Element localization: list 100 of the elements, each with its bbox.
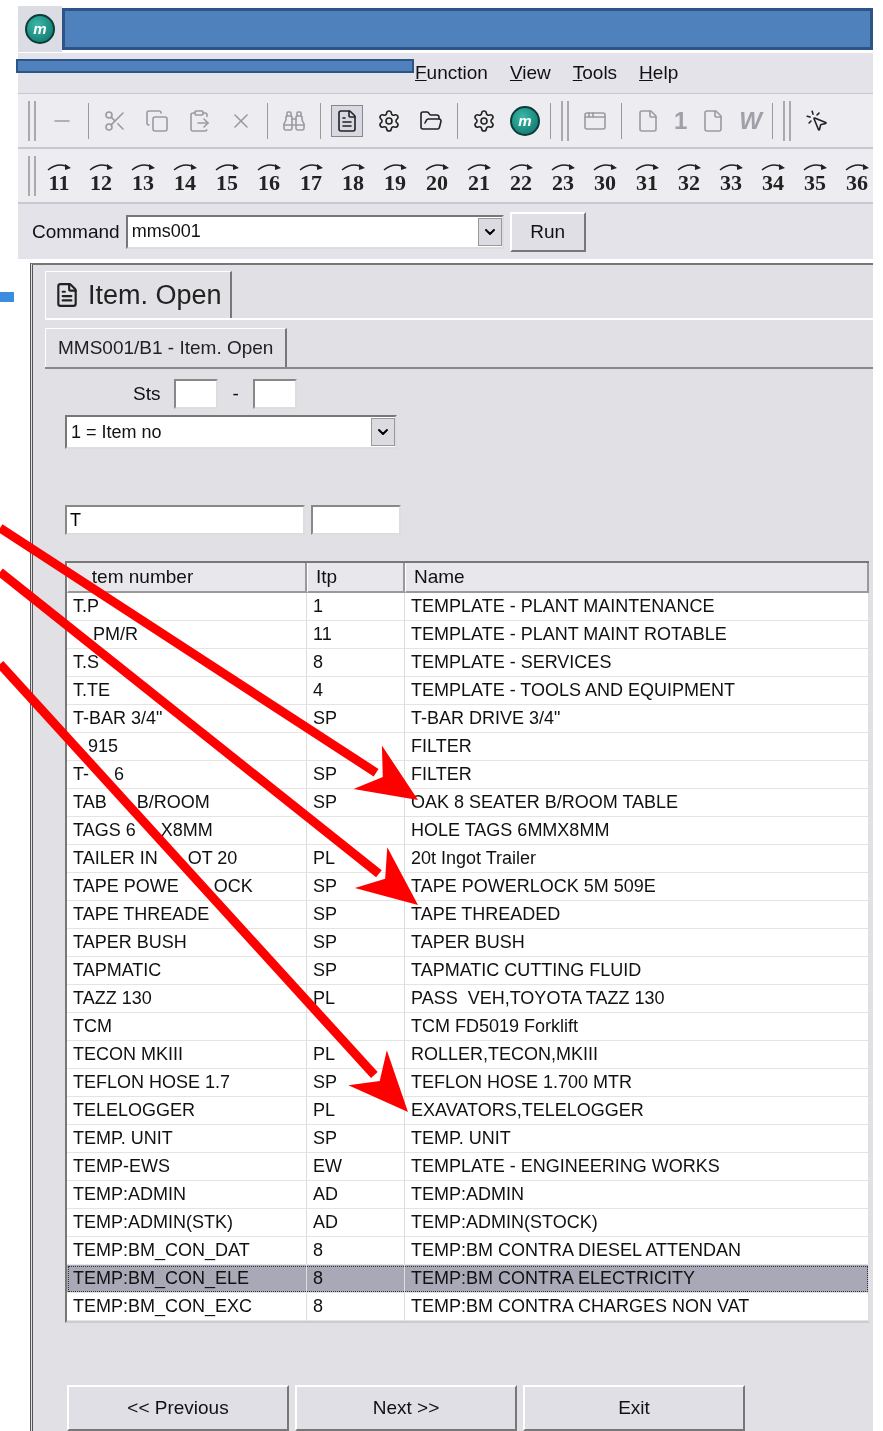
nav-button[interactable]: Next >>: [295, 1385, 517, 1431]
curved-arrow-icon: [340, 161, 366, 171]
table-row[interactable]: TAPMATIC SP TAPMATIC CUTTING FLUID: [67, 957, 869, 985]
curved-arrow-icon: [382, 161, 408, 171]
shortcut-button[interactable]: 34: [754, 153, 792, 198]
column-header[interactable]: tem number: [67, 563, 307, 593]
selected-row[interactable]: TEMP:BM_CON_ELE 8 TEMP:BM CONTRA ELECTRICITY: [67, 1265, 869, 1293]
shortcut-button[interactable]: 22: [502, 153, 540, 198]
table-row[interactable]: TEMP. UNIT SP TEMP. UNIT: [67, 1125, 869, 1153]
table-row[interactable]: T-BAR 3/4" SP T-BAR DRIVE 3/4": [67, 705, 869, 733]
table-row[interactable]: TAILER IN OT 20 PL 20t Ingot Trailer: [67, 845, 869, 873]
table-row[interactable]: TEMP:BM_CON_DAT 8 TEMP:BM CONTRA DIESEL ATTENDAN: [67, 1237, 869, 1265]
status-from-field[interactable]: [174, 379, 219, 409]
status-to-field[interactable]: [252, 379, 297, 409]
table-row[interactable]: T.TE 4 TEMPLATE - TOOLS AND EQUIPMENT: [67, 677, 869, 705]
table-cell: 8: [307, 1293, 405, 1321]
document-icon[interactable]: [331, 104, 363, 137]
table-row[interactable]: TEFLON HOSE 1.7 SP TEFLON HOSE 1.700 MTR: [67, 1069, 869, 1097]
table-row[interactable]: TEMP:BM_CON_EXC 8 TEMP:BM CONTRA CHARGES NON VAT: [67, 1293, 869, 1321]
app-logo: m: [25, 13, 55, 44]
shortcut-button[interactable]: 17: [292, 153, 330, 198]
curved-arrow-icon: [214, 161, 240, 171]
curved-arrow-icon: [46, 161, 72, 171]
shortcut-button[interactable]: 14: [166, 153, 204, 198]
dropdown-icon[interactable]: [477, 217, 502, 246]
curved-arrow-icon: [256, 161, 282, 171]
table-row[interactable]: TCM TCM FD5019 Forklift: [67, 1013, 869, 1041]
tab[interactable]: MMS001/B1 - Item. Open: [45, 328, 288, 367]
curved-arrow-icon: [592, 161, 618, 171]
table-cell: TEMP:BM_CON_EXC: [67, 1293, 307, 1321]
shortcut-button[interactable]: 12: [82, 153, 120, 198]
table-row[interactable]: TELELOGGER PL EXAVATORS,TELELOGGER: [67, 1097, 869, 1125]
table-row[interactable]: 915 FILTER: [67, 733, 869, 761]
menu-item[interactable]: Function: [415, 62, 488, 85]
nav-button[interactable]: Exit: [523, 1385, 745, 1431]
table-row[interactable]: PM/R 11 TEMPLATE - PLANT MAINT ROTABLE: [67, 621, 869, 649]
curved-arrow-icon: [424, 161, 450, 171]
curved-arrow-icon: [802, 161, 828, 171]
table-row[interactable]: TEMP:ADMIN AD TEMP:ADMIN: [67, 1181, 869, 1209]
curved-arrow-icon: [88, 161, 114, 171]
table-row[interactable]: TEMP-EWS EW TEMPLATE - ENGINEERING WORKS: [67, 1153, 869, 1181]
column-header[interactable]: Name: [405, 563, 869, 593]
shortcut-button[interactable]: 21: [460, 153, 498, 198]
filter-field[interactable]: [311, 505, 401, 535]
dropdown-icon[interactable]: [371, 418, 395, 446]
curved-arrow-icon: [760, 161, 786, 171]
toolbar-grip[interactable]: [561, 100, 569, 141]
shortcut-button[interactable]: 13: [124, 153, 162, 198]
curved-arrow-icon: [676, 161, 702, 171]
table-row[interactable]: TAPE THREADE SP TAPE THREADED: [67, 901, 869, 929]
filter-field[interactable]: T: [65, 505, 305, 535]
curved-arrow-icon: [130, 161, 156, 171]
shortcut-button[interactable]: 32: [670, 153, 708, 198]
shortcut-button[interactable]: 35: [796, 153, 834, 198]
table-cell: TEMP:BM CONTRA CHARGES NON VAT: [405, 1293, 869, 1321]
table-row[interactable]: TAB B/ROOM SP OAK 8 SEATER B/ROOM TABLE: [67, 789, 869, 817]
window-edge: [0, 292, 14, 302]
sort-select[interactable]: 1 = Item no: [65, 415, 397, 449]
table-row[interactable]: TECON MKIII PL ROLLER,TECON,MKIII: [67, 1041, 869, 1069]
run-button[interactable]: Run: [509, 211, 586, 252]
nav-button[interactable]: << Previous: [67, 1385, 289, 1431]
document-icon: [54, 282, 80, 308]
column-header[interactable]: Itp: [307, 563, 405, 593]
table-row[interactable]: TAGS 6 X8MM HOLE TAGS 6MMX8MM: [67, 817, 869, 845]
shortcut-button[interactable]: 33: [712, 153, 750, 198]
table-row[interactable]: TAZZ 130 PL PASS VEH,TOYOTA TAZZ 130: [67, 985, 869, 1013]
table-row[interactable]: T- 6 SP FILTER: [67, 761, 869, 789]
status-label: Sts: [133, 383, 161, 405]
command-label: Command: [32, 220, 120, 243]
curved-arrow-icon: [172, 161, 198, 171]
table-row[interactable]: TAPE POWE OCK SP TAPE POWERLOCK 5M 509E: [67, 873, 869, 901]
curved-arrow-icon: [550, 161, 576, 171]
shortcut-button[interactable]: 23: [544, 153, 582, 198]
curved-arrow-icon: [844, 161, 870, 171]
curved-arrow-icon: [298, 161, 324, 171]
shortcut-button[interactable]: 16: [250, 153, 288, 198]
shortcut-button[interactable]: 30: [586, 153, 624, 198]
toolbar-grip[interactable]: [783, 100, 791, 141]
toolbar-grip[interactable]: [28, 100, 36, 141]
command-field[interactable]: mms001: [125, 214, 504, 249]
curved-arrow-icon: [718, 161, 744, 171]
table-row[interactable]: T.P 1 TEMPLATE - PLANT MAINTENANCE: [67, 593, 869, 621]
menu-item[interactable]: Tools: [572, 62, 618, 85]
table-row[interactable]: TEMP:ADMIN(STK) AD TEMP:ADMIN(STOCK): [67, 1209, 869, 1237]
shortcut-button[interactable]: 31: [628, 153, 666, 198]
table-row[interactable]: T.S 8 TEMPLATE - SERVICES: [67, 649, 869, 677]
shortcut-button[interactable]: 20: [418, 153, 456, 198]
curved-arrow-icon: [508, 161, 534, 171]
tab[interactable]: Item. Open: [45, 271, 232, 318]
toolbar-grip[interactable]: [28, 155, 36, 196]
range-separator: -: [232, 383, 239, 405]
menu-item[interactable]: View: [509, 62, 551, 85]
shortcut-button[interactable]: 36: [838, 153, 873, 198]
shortcut-button[interactable]: 18: [334, 153, 372, 198]
curved-arrow-icon: [634, 161, 660, 171]
shortcut-button[interactable]: 15: [208, 153, 246, 198]
menu-item[interactable]: Help: [639, 62, 679, 85]
shortcut-button[interactable]: 11: [40, 153, 78, 198]
table-row[interactable]: TAPER BUSH SP TAPER BUSH: [67, 929, 869, 957]
shortcut-button[interactable]: 19: [376, 153, 414, 198]
